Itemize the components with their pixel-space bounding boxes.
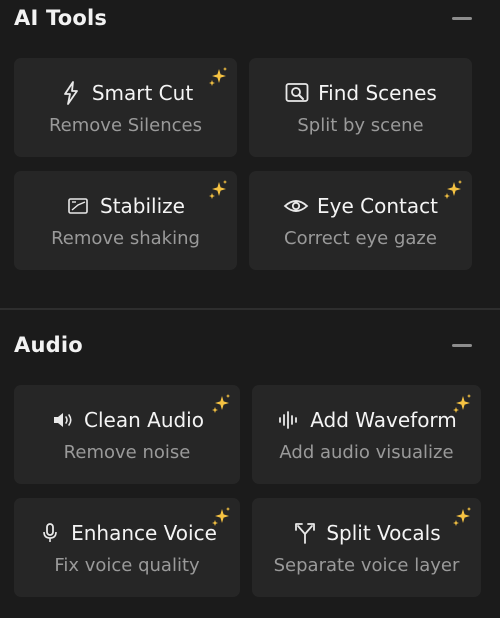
card-title: Clean Audio xyxy=(84,408,204,432)
eye-icon xyxy=(283,193,309,219)
minus-icon xyxy=(452,17,472,20)
enhance-voice-card[interactable]: Enhance Voice Fix voice quality xyxy=(14,498,240,597)
lightning-icon xyxy=(58,80,84,106)
card-title: Eye Contact xyxy=(317,194,438,218)
card-title: Stabilize xyxy=(100,194,185,218)
card-subtitle: Remove Silences xyxy=(48,115,203,136)
sparkle-icon xyxy=(207,179,229,201)
sparkle-icon xyxy=(210,393,232,415)
card-title: Find Scenes xyxy=(318,81,437,105)
microphone-icon xyxy=(37,520,63,546)
audio-collapse-button[interactable] xyxy=(450,335,474,355)
speaker-icon xyxy=(50,407,76,433)
scene-search-icon xyxy=(284,80,310,106)
ai-tools-header: AI Tools xyxy=(0,0,500,40)
clean-audio-card[interactable]: Clean Audio Remove noise xyxy=(14,385,240,484)
add-waveform-card[interactable]: Add Waveform Add audio visualize xyxy=(252,385,481,484)
split-vocals-card[interactable]: Split Vocals Separate voice layer xyxy=(252,498,481,597)
card-subtitle: Add audio visualize xyxy=(279,442,454,463)
card-subtitle: Remove shaking xyxy=(51,228,200,249)
ai-tools-title: AI Tools xyxy=(14,6,108,30)
card-subtitle: Correct eye gaze xyxy=(284,228,437,249)
card-title: Enhance Voice xyxy=(71,521,217,545)
sparkle-icon xyxy=(207,66,229,88)
section-divider xyxy=(0,308,500,310)
card-title: Add Waveform xyxy=(310,408,457,432)
ai-tools-collapse-button[interactable] xyxy=(450,8,474,28)
card-subtitle: Separate voice layer xyxy=(273,555,460,576)
stabilize-icon xyxy=(66,193,92,219)
split-arrows-icon xyxy=(292,520,318,546)
minus-icon xyxy=(452,344,472,347)
sparkle-icon xyxy=(451,506,473,528)
smart-cut-card[interactable]: Smart Cut Remove Silences xyxy=(14,58,237,157)
card-title: Smart Cut xyxy=(91,81,194,105)
sparkle-icon xyxy=(451,393,473,415)
sparkle-icon xyxy=(442,179,464,201)
find-scenes-card[interactable]: Find Scenes Split by scene xyxy=(249,58,472,157)
audio-header: Audio xyxy=(0,327,500,367)
audio-title: Audio xyxy=(14,333,83,357)
card-subtitle: Split by scene xyxy=(297,115,424,136)
card-subtitle: Fix voice quality xyxy=(54,555,200,576)
stabilize-card[interactable]: Stabilize Remove shaking xyxy=(14,171,237,270)
waveform-icon xyxy=(276,407,302,433)
card-subtitle: Remove noise xyxy=(63,442,191,463)
card-title: Split Vocals xyxy=(326,521,441,545)
sparkle-icon xyxy=(210,506,232,528)
eye-contact-card[interactable]: Eye Contact Correct eye gaze xyxy=(249,171,472,270)
